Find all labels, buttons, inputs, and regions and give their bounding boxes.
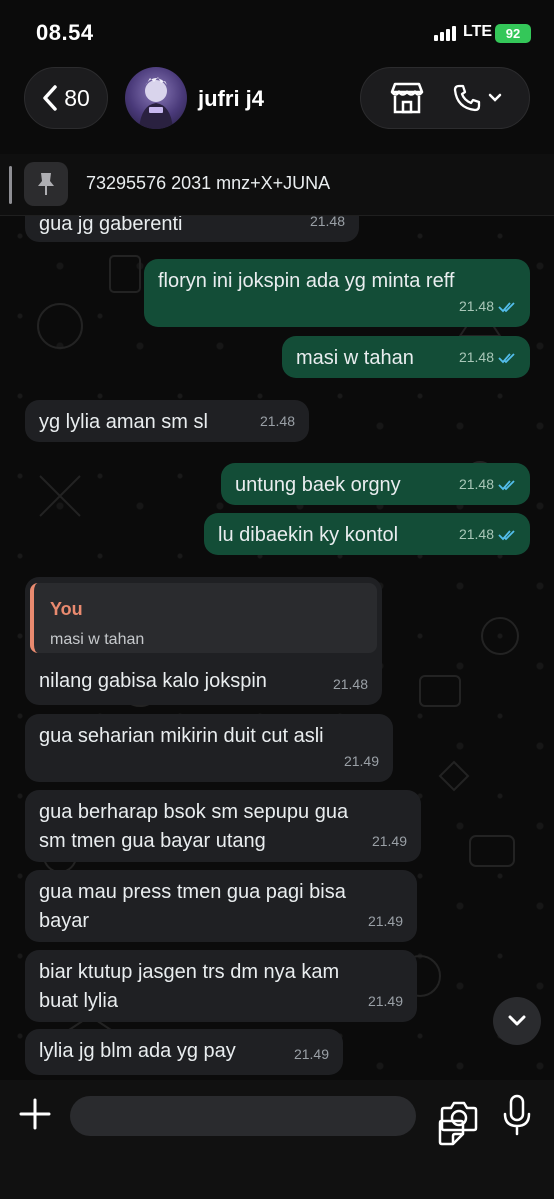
chevron-down-icon [488, 93, 501, 102]
plus-icon[interactable] [18, 1097, 52, 1131]
message-text: lylia jg blm ada yg pay [39, 1040, 236, 1062]
message-incoming[interactable]: yg lylia aman sm sl 21.48 [25, 400, 309, 442]
message-time: 21.48 [259, 413, 295, 429]
message-time: 21.48 [309, 216, 345, 229]
message-text: floryn ini jokspin ada yg minta reff [158, 270, 455, 292]
header-actions [360, 67, 530, 129]
message-time: 21.49 [367, 993, 403, 1009]
message-text: bayar [39, 910, 90, 932]
signal-icon [434, 26, 456, 41]
message-outgoing[interactable]: floryn ini jokspin ada yg minta reff 21.… [144, 259, 530, 327]
message-incoming-reply[interactable]: You masi w tahan nilang gabisa kalo joks… [25, 577, 382, 705]
quoted-author: You [50, 599, 83, 619]
message-incoming[interactable]: gua mau press tmen gua pagi bisa bayar 2… [25, 870, 417, 942]
pin-icon [24, 162, 68, 206]
message-text: untung baek orgny [235, 474, 401, 496]
quoted-text: masi w tahan [50, 631, 145, 648]
composer-bar [0, 1080, 554, 1199]
message-time: 21.48 [459, 520, 516, 549]
avatar[interactable] [125, 67, 187, 129]
double-check-icon [498, 301, 515, 312]
message-input[interactable] [70, 1096, 465, 1146]
scroll-to-bottom-button[interactable] [493, 997, 541, 1045]
message-incoming[interactable]: biar ktutup jasgen trs dm nya kam buat l… [25, 950, 417, 1022]
message-text: sm tmen gua bayar utang [39, 830, 266, 852]
message-text: nilang gabisa kalo jokspin [39, 670, 267, 692]
quoted-message[interactable]: You masi w tahan [30, 583, 377, 653]
pinned-message-bar[interactable]: 73295576 2031 mnz+X+JUNA [0, 154, 554, 216]
double-check-icon [498, 479, 515, 490]
back-button[interactable]: 80 [24, 67, 108, 129]
message-text: biar ktutup jasgen trs dm nya kam [39, 961, 340, 983]
message-time: 21.48 [332, 676, 368, 692]
chevron-down-icon [508, 1015, 526, 1026]
message-time: 21.49 [367, 913, 403, 929]
message-list[interactable]: gua jg gaberenti 21.48 floryn ini jokspi… [0, 216, 554, 1080]
network-type: LTE [463, 23, 493, 40]
camera-icon[interactable] [440, 1099, 478, 1133]
message-text: yg lylia aman sm sl [39, 411, 208, 433]
pinned-indicator [9, 166, 12, 204]
message-text: gua mau press tmen gua pagi bisa [39, 881, 346, 903]
message-incoming[interactable]: gua seharian mikirin duit cut asli 21.49 [25, 714, 393, 782]
message-incoming[interactable]: lylia jg blm ada yg pay 21.49 [25, 1029, 343, 1075]
call-button[interactable] [452, 83, 502, 113]
microphone-icon[interactable] [502, 1094, 532, 1136]
message-text: lu dibaekin ky kontol [218, 524, 399, 546]
status-time: 08.54 [36, 20, 94, 45]
battery-level: 92 [505, 26, 521, 41]
message-text: masi w tahan [296, 347, 414, 369]
message-outgoing[interactable]: masi w tahan 21.48 [282, 336, 530, 378]
message-time: 21.48 [459, 343, 516, 372]
chat-header: 80 jufri j4 [0, 62, 554, 154]
message-time: 21.48 [459, 470, 516, 499]
double-check-icon [498, 529, 515, 540]
message-time: 21.49 [371, 833, 407, 849]
message-time: 21.49 [293, 1046, 329, 1062]
message-outgoing[interactable]: lu dibaekin ky kontol 21.48 [204, 513, 530, 555]
avatar-image [139, 77, 173, 129]
chevron-left-icon [43, 85, 57, 111]
store-icon[interactable] [389, 82, 425, 114]
pinned-text: 73295576 2031 mnz+X+JUNA [86, 173, 331, 193]
status-bar: 08.54 LTE 92 [0, 0, 554, 62]
message-text: gua seharian mikirin duit cut asli [39, 725, 324, 747]
message-incoming[interactable]: gua jg gaberenti 21.48 [25, 216, 359, 242]
message-text: gua jg gaberenti [39, 216, 183, 235]
message-time: 21.48 [459, 292, 516, 321]
message-outgoing[interactable]: untung baek orgny 21.48 [221, 463, 530, 505]
unread-count: 80 [64, 84, 90, 111]
phone-icon [453, 84, 480, 112]
message-text: buat lylia [39, 990, 118, 1012]
message-incoming[interactable]: gua berharap bsok sm sepupu gua sm tmen … [25, 790, 421, 862]
message-text: gua berharap bsok sm sepupu gua [39, 801, 349, 823]
battery-icon: 92 [495, 24, 531, 43]
contact-name[interactable]: jufri j4 [198, 86, 264, 112]
message-time: 21.49 [343, 753, 379, 769]
double-check-icon [498, 352, 515, 363]
